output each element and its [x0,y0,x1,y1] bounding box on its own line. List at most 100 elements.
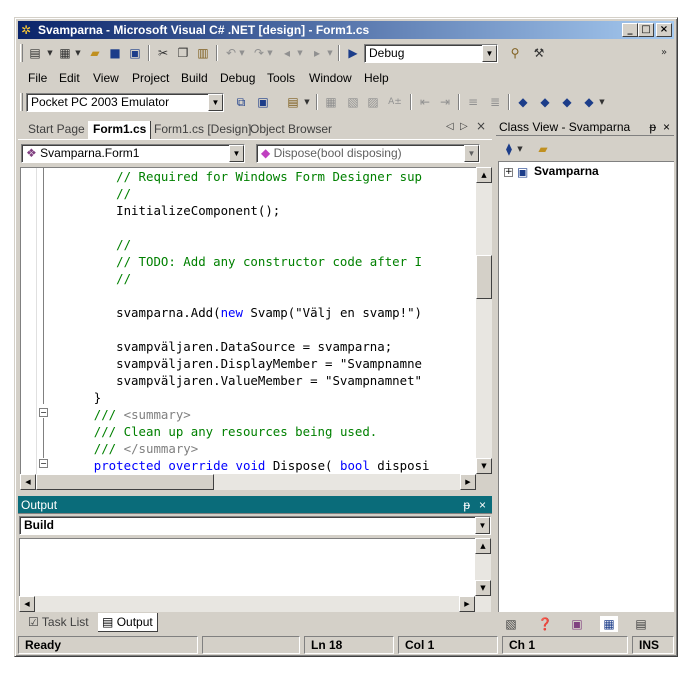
font-size-icon[interactable]: A± [386,94,404,110]
member-select[interactable]: ◆ Dispose(bool disposing) ▼ [256,144,480,163]
code-line[interactable]: // [49,270,131,287]
menu-window[interactable]: Window [309,71,352,85]
class-view-tab-icon[interactable]: ▦ [600,616,618,632]
build-tools-icon[interactable]: ⚒ [530,45,548,61]
redo-dropdown-icon[interactable]: ▼ [266,45,274,61]
sort-dropdown-icon[interactable]: ▼ [516,141,524,157]
class-view-title-bar[interactable]: Class View - Svamparna ᵽ × [496,118,674,136]
collapse-method-icon[interactable]: − [39,459,48,468]
menu-tools[interactable]: Tools [267,71,295,85]
close-document-icon[interactable]: × [476,119,486,133]
expand-node-icon[interactable]: + [504,168,513,177]
tree-root-label[interactable]: Svamparna [534,164,599,178]
output-horizontal-scrollbar[interactable]: ◀ ▶ [19,596,491,612]
new-project-icon[interactable]: ▤ [26,45,44,61]
code-line[interactable]: /// <summary> [49,406,191,423]
menu-project[interactable]: Project [132,71,169,85]
clear-bookmarks-icon[interactable]: ◆ [580,94,598,110]
cut-icon[interactable]: ✂ [154,45,172,61]
scroll-right-icon[interactable]: ▶ [459,596,475,612]
output-title-bar[interactable]: Output ᵽ × [18,496,492,514]
chevron-down-icon[interactable]: ▼ [229,145,244,162]
code-line[interactable]: /// </summary> [49,440,198,457]
toolbar-grip[interactable] [20,93,23,111]
menu-debug[interactable]: Debug [220,71,255,85]
pin-icon[interactable]: ᵽ [649,118,656,136]
code-line[interactable]: } [49,389,101,406]
next-bookmark-icon[interactable]: ◆ [536,94,554,110]
toolbar-grip[interactable] [20,44,23,62]
tab-task-list[interactable]: ☑ Task List [24,613,93,632]
pin-icon[interactable]: ᵽ [463,496,470,514]
toolbar-dropdown-icon[interactable]: ▼ [598,94,606,110]
connect-device-icon[interactable]: ⧉ [232,94,250,110]
scroll-left-icon[interactable]: ◀ [20,474,36,490]
tab-form1-cs[interactable]: Form1.cs [88,121,152,139]
menu-file[interactable]: File [28,71,47,85]
chevron-down-icon[interactable]: ▼ [475,517,490,534]
code-area[interactable]: // Required for Windows Form Designer su… [20,167,490,474]
output-pane-select[interactable]: Build ▼ [19,516,491,535]
code-line[interactable]: svampväljaren.DataSource = svamparna; [49,338,392,355]
output-vertical-scrollbar[interactable]: ▲ ▼ [475,538,491,596]
scroll-down-icon[interactable]: ▼ [475,580,491,596]
start-debug-icon[interactable]: ▶ [344,45,362,61]
align-icon[interactable]: ▦ [322,94,340,110]
properties-tab-icon[interactable]: ▤ [632,616,650,632]
navigate-backward-dropdown-icon[interactable]: ▼ [296,45,304,61]
toolbar-overflow-icon[interactable]: » [658,45,670,61]
code-line[interactable]: // Required for Windows Form Designer su… [49,168,422,185]
save-icon[interactable]: ■ [106,45,124,61]
chevron-down-icon[interactable]: ▼ [208,94,223,111]
close-pane-icon[interactable]: × [663,118,670,136]
save-all-icon[interactable]: ▣ [126,45,144,61]
scroll-up-icon[interactable]: ▲ [475,538,491,554]
tab-form1-design[interactable]: Form1.cs [Design] [154,121,251,139]
code-line[interactable]: // [49,185,131,202]
chevron-down-icon[interactable]: ▼ [482,45,497,62]
minimize-button[interactable]: _ [622,23,638,37]
paste-icon[interactable]: ▥ [194,45,212,61]
navigate-forward-dropdown-icon[interactable]: ▼ [326,45,334,61]
solution-configuration-select[interactable]: Debug ▼ [364,44,498,63]
close-pane-icon[interactable]: × [479,496,486,514]
navigate-backward-icon[interactable]: ◂ [278,45,296,61]
device-options-icon[interactable]: ▣ [254,94,272,110]
scroll-thumb[interactable] [36,474,214,490]
code-line[interactable]: // TODO: Add any constructor code after … [49,253,422,270]
copy-icon[interactable]: ❐ [174,45,192,61]
find-in-files-icon[interactable]: ⚲ [506,45,524,61]
scroll-thumb[interactable] [476,255,492,299]
new-project-dropdown-icon[interactable]: ▼ [46,45,54,61]
scroll-down-icon[interactable]: ▼ [476,458,492,474]
scroll-up-icon[interactable]: ▲ [476,167,492,183]
uncomment-lines-icon[interactable]: ≣ [486,94,504,110]
code-line[interactable]: protected override void Dispose( bool di… [49,457,430,474]
scroll-tabs-left-icon[interactable]: ◁ [446,121,454,132]
code-line[interactable]: InitializeComponent(); [49,202,280,219]
solution-explorer-icon[interactable]: ▤ [284,94,302,110]
code-line[interactable]: svampväljaren.DisplayMember = "Svampnamn… [49,355,422,372]
menu-build[interactable]: Build [181,71,208,85]
menu-edit[interactable]: Edit [59,71,80,85]
spacing-icon[interactable]: ▨ [364,94,382,110]
code-line[interactable]: svamparna.Add(new Svamp("Välj en svamp!"… [49,304,422,321]
undo-dropdown-icon[interactable]: ▼ [238,45,246,61]
help-tab-icon[interactable]: ❓ [536,616,554,632]
toggle-bookmark-icon[interactable]: ◆ [514,94,532,110]
previous-bookmark-icon[interactable]: ◆ [558,94,576,110]
chevron-down-icon[interactable]: ▼ [464,145,479,162]
new-folder-icon[interactable]: ▰ [534,141,552,157]
add-item-icon[interactable]: ▦ [56,45,74,61]
scroll-right-icon[interactable]: ▶ [460,474,476,490]
menu-view[interactable]: View [93,71,119,85]
target-device-select[interactable]: Pocket PC 2003 Emulator ▼ [26,93,224,112]
code-line[interactable]: // [49,236,131,253]
maximize-button[interactable]: □ [638,23,654,37]
code-line[interactable]: /// Clean up any resources being used. [49,423,377,440]
open-file-icon[interactable]: ▰ [86,45,104,61]
toolbar-dropdown-icon[interactable]: ▼ [303,94,311,110]
solution-explorer-tab-icon[interactable]: ▧ [502,616,520,632]
type-select[interactable]: ❖ Svamparna.Form1 ▼ [21,144,245,163]
scroll-tabs-right-icon[interactable]: ▷ [460,121,468,132]
